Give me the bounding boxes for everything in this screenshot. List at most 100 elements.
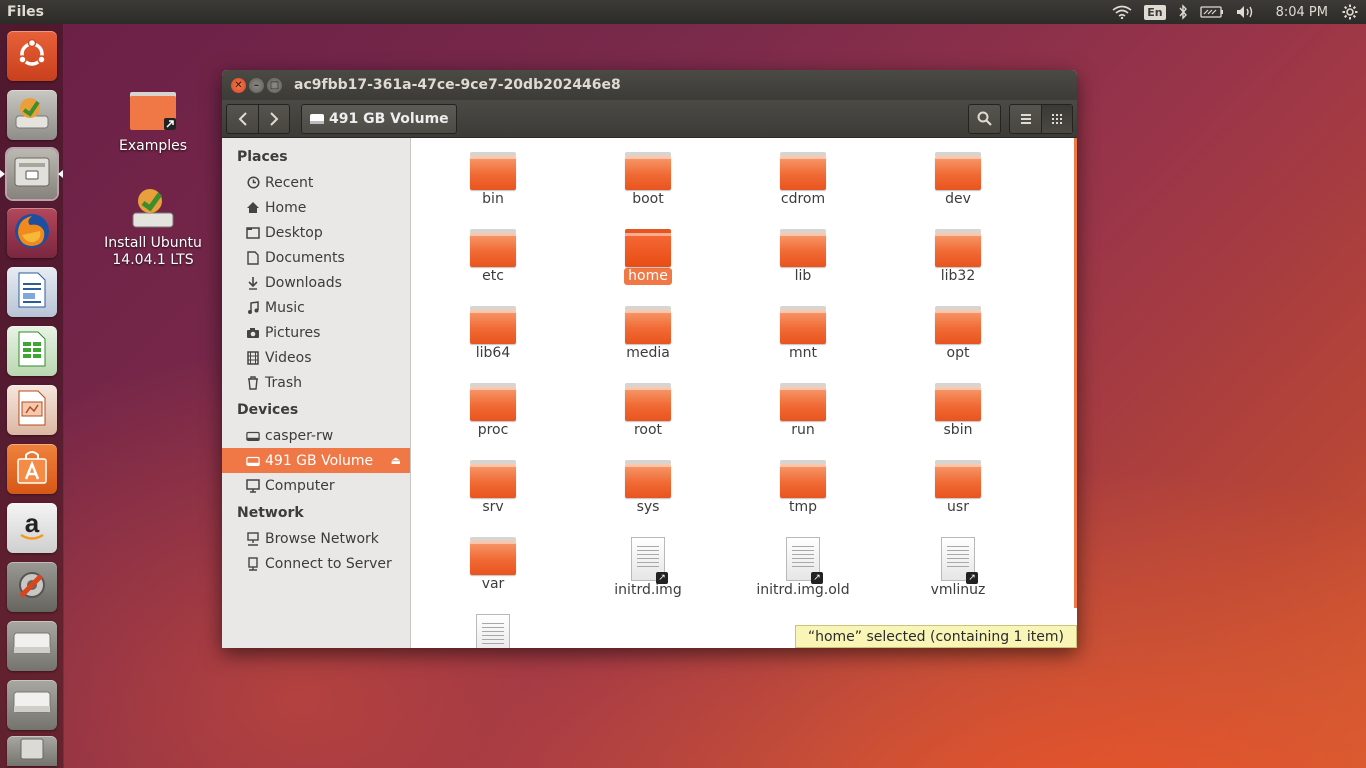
- file-name-label: root: [633, 422, 663, 438]
- file-name-label: sbin: [943, 422, 973, 438]
- folder-item[interactable]: mnt: [743, 306, 863, 362]
- clock[interactable]: 8:04 PM: [1276, 5, 1328, 20]
- folder-item[interactable]: run: [743, 383, 863, 439]
- desktop-icon-label: Examples: [118, 138, 188, 154]
- launcher-files[interactable]: [7, 149, 57, 199]
- window-titlebar[interactable]: ✕ – □ ac9fbb17-361a-47ce-9ce7-20db202446…: [222, 70, 1077, 100]
- launcher-libreoffice-writer[interactable]: [7, 267, 57, 317]
- folder-item[interactable]: usr: [898, 460, 1018, 516]
- file-item[interactable]: ↗: [433, 614, 553, 648]
- folder-icon: [780, 306, 826, 344]
- path-bar-button[interactable]: 491 GB Volume: [301, 103, 457, 134]
- folder-item[interactable]: cdrom: [743, 152, 863, 208]
- folder-item[interactable]: lib32: [898, 229, 1018, 285]
- sidebar-item-desktop[interactable]: Desktop: [222, 220, 410, 245]
- folder-item[interactable]: opt: [898, 306, 1018, 362]
- folder-item[interactable]: var: [433, 537, 553, 593]
- folder-item[interactable]: media: [588, 306, 708, 362]
- sidebar-item-label: Desktop: [265, 224, 323, 241]
- folder-item[interactable]: boot: [588, 152, 708, 208]
- sidebar-item-browse-network[interactable]: Browse Network: [222, 526, 410, 551]
- file-name-label: mnt: [789, 345, 817, 361]
- sidebar: Places Recent Home Desktop Documents Downloa…: [222, 138, 411, 648]
- launcher-firefox[interactable]: [7, 208, 57, 258]
- file-item[interactable]: ↗ vmlinuz: [898, 537, 1018, 599]
- sidebar-item-491-gb-volume[interactable]: 491 GB Volume ⏏: [222, 448, 410, 473]
- wifi-icon[interactable]: [1106, 0, 1138, 24]
- back-button[interactable]: [227, 105, 258, 133]
- file-item[interactable]: ↗ initrd.img: [588, 537, 708, 599]
- desktop-folder-icon: [246, 226, 260, 240]
- sidebar-item-label: Pictures: [265, 324, 321, 341]
- desktop-icon-examples[interactable]: Examples: [98, 92, 208, 155]
- sidebar-item-downloads[interactable]: Downloads: [222, 270, 410, 295]
- file-link-icon: ↗: [786, 537, 823, 584]
- folder-item[interactable]: bin: [433, 152, 553, 208]
- eject-icon[interactable]: ⏏: [391, 454, 401, 467]
- folder-item[interactable]: etc: [433, 229, 553, 285]
- minimize-button[interactable]: –: [249, 77, 264, 93]
- folder-item[interactable]: lib64: [433, 306, 553, 362]
- sidebar-item-pictures[interactable]: Pictures: [222, 320, 410, 345]
- folder-item[interactable]: lib: [743, 229, 863, 285]
- sidebar-item-label: Downloads: [265, 274, 342, 291]
- launcher-dash-home[interactable]: [7, 31, 57, 81]
- sidebar-item-videos[interactable]: Videos: [222, 345, 410, 370]
- file-link-icon: ↗: [476, 614, 510, 648]
- grid-view-button[interactable]: [1041, 104, 1072, 133]
- sidebar-item-label: Computer: [265, 477, 335, 494]
- launcher-trash[interactable]: [7, 736, 57, 766]
- drive-icon: [246, 454, 260, 468]
- battery-icon[interactable]: [1194, 0, 1230, 24]
- desktop-icon-install-ubuntu[interactable]: Install Ubuntu 14.04.1 LTS: [98, 185, 208, 269]
- folder-item[interactable]: srv: [433, 460, 553, 516]
- close-button[interactable]: ✕: [231, 77, 246, 93]
- folder-item[interactable]: sys: [588, 460, 708, 516]
- file-name-label: proc: [477, 422, 509, 438]
- launcher-drive-1[interactable]: [7, 621, 57, 671]
- folder-item[interactable]: sbin: [898, 383, 1018, 439]
- maximize-button[interactable]: □: [267, 77, 282, 93]
- installer-icon: [12, 94, 52, 136]
- launcher-system-settings[interactable]: [7, 562, 57, 612]
- launcher-drive-2[interactable]: [7, 680, 57, 730]
- keyboard-layout-indicator[interactable]: En: [1138, 0, 1171, 24]
- launcher-libreoffice-impress[interactable]: [7, 385, 57, 435]
- folder-item[interactable]: root: [588, 383, 708, 439]
- list-view-button[interactable]: [1010, 105, 1041, 133]
- file-grid[interactable]: bin boot cdrom dev etc home lib lib32 lib64 media…: [411, 138, 1077, 648]
- folder-item[interactable]: home: [588, 229, 708, 285]
- forward-button[interactable]: [258, 104, 289, 133]
- file-item[interactable]: ↗ initrd.img.old: [743, 537, 863, 599]
- sidebar-item-connect-to-server[interactable]: Connect to Server: [222, 551, 410, 576]
- file-name-label: opt: [946, 345, 970, 361]
- file-cabinet-icon: [13, 155, 51, 193]
- view-toggle-group: [1009, 103, 1073, 134]
- files-window: ✕ – □ ac9fbb17-361a-47ce-9ce7-20db202446…: [222, 70, 1077, 648]
- svg-text:a: a: [25, 508, 40, 538]
- sidebar-item-trash[interactable]: Trash: [222, 370, 410, 395]
- volume-icon[interactable]: [1230, 0, 1262, 24]
- search-button[interactable]: [969, 105, 1000, 133]
- launcher-software-center[interactable]: [7, 444, 57, 494]
- launcher-libreoffice-calc[interactable]: [7, 326, 57, 376]
- sidebar-item-music[interactable]: Music: [222, 295, 410, 320]
- sidebar-item-casper-rw[interactable]: casper-rw: [222, 423, 410, 448]
- folder-item[interactable]: dev: [898, 152, 1018, 208]
- launcher-amazon[interactable]: a: [7, 503, 57, 553]
- folder-icon: [625, 460, 671, 498]
- gear-icon[interactable]: [1336, 0, 1366, 24]
- sidebar-item-documents[interactable]: Documents: [222, 245, 410, 270]
- sidebar-item-recent[interactable]: Recent: [222, 170, 410, 195]
- sidebar-item-computer[interactable]: Computer: [222, 473, 410, 498]
- folder-icon: [470, 537, 516, 575]
- sidebar-item-home[interactable]: Home: [222, 195, 410, 220]
- folder-item[interactable]: tmp: [743, 460, 863, 516]
- folder-item[interactable]: proc: [433, 383, 553, 439]
- launcher-install-ubuntu[interactable]: [7, 90, 57, 140]
- sidebar-item-label: Browse Network: [265, 530, 379, 547]
- vertical-scrollbar[interactable]: [1074, 138, 1077, 608]
- installer-icon: [128, 189, 178, 235]
- bluetooth-icon[interactable]: [1172, 0, 1194, 24]
- app-menu-title[interactable]: Files: [7, 4, 44, 20]
